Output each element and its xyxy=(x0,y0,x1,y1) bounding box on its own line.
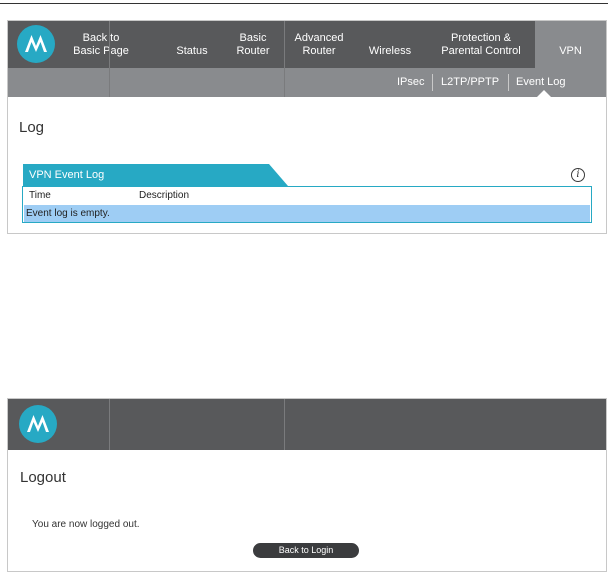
nav-label-line1: Advanced xyxy=(294,32,344,44)
sub-navigation-bar: IPsec L2TP/PPTP Event Log xyxy=(8,68,606,97)
nav-column-divider xyxy=(284,399,285,450)
motorola-logo-icon[interactable] xyxy=(17,25,55,63)
nav-wireless[interactable]: Wireless xyxy=(364,21,416,68)
back-to-login-button[interactable]: Back to Login xyxy=(253,543,359,558)
nav-vpn[interactable]: VPN xyxy=(535,21,606,68)
nav-status[interactable]: Status xyxy=(168,21,216,68)
top-navigation-bar: Back to Basic Page Status Basic Router A… xyxy=(8,21,606,68)
active-subnav-caret-icon xyxy=(537,90,551,97)
info-icon[interactable]: i xyxy=(571,168,585,182)
nav-label-line1: Back to xyxy=(82,32,120,44)
column-header-time: Time xyxy=(29,190,51,201)
top-navigation-bar xyxy=(8,399,606,450)
page-title: Logout xyxy=(20,469,66,486)
nav-column-divider xyxy=(109,21,110,97)
subnav-ipsec[interactable]: IPsec xyxy=(397,68,425,97)
nav-label-line2: Parental Control xyxy=(441,45,521,57)
nav-label-line2: VPN xyxy=(559,45,582,57)
nav-protection-parental-control[interactable]: Protection & Parental Control xyxy=(433,21,529,68)
subnav-divider xyxy=(508,74,509,91)
logout-message: You are now logged out. xyxy=(32,519,140,530)
subnav-l2tp-pptp[interactable]: L2TP/PPTP xyxy=(441,68,499,97)
nav-label-line2: Router xyxy=(236,45,270,57)
logout-screen: Logout You are now logged out. Back to L… xyxy=(7,398,607,572)
vpn-event-log-screen: Back to Basic Page Status Basic Router A… xyxy=(7,20,607,234)
nav-basic-router[interactable]: Basic Router xyxy=(230,21,276,68)
tab-label: VPN Event Log xyxy=(29,169,105,181)
event-log-table: Time Description Event log is empty. xyxy=(22,186,592,223)
vpn-event-log-tab: VPN Event Log xyxy=(23,164,288,186)
nav-label-line1: Protection & xyxy=(451,32,511,44)
subnav-divider xyxy=(432,74,433,91)
top-rule xyxy=(0,3,608,4)
column-header-description: Description xyxy=(139,190,190,201)
nav-advanced-router[interactable]: Advanced Router xyxy=(289,21,349,68)
nav-label-line1: Basic xyxy=(239,32,267,44)
empty-log-message: Event log is empty. xyxy=(26,208,110,219)
nav-label-line2: Wireless xyxy=(368,45,412,57)
nav-label-line2: Router xyxy=(302,45,336,57)
nav-label-line2: Basic Page xyxy=(73,45,129,57)
nav-label-line2: Status xyxy=(176,45,208,57)
page-title: Log xyxy=(19,119,45,136)
nav-column-divider xyxy=(109,399,110,450)
table-row: Event log is empty. xyxy=(24,205,590,222)
nav-back-to-basic-page[interactable]: Back to Basic Page xyxy=(69,21,133,68)
motorola-logo-icon[interactable] xyxy=(19,405,57,443)
nav-column-divider xyxy=(284,21,285,97)
